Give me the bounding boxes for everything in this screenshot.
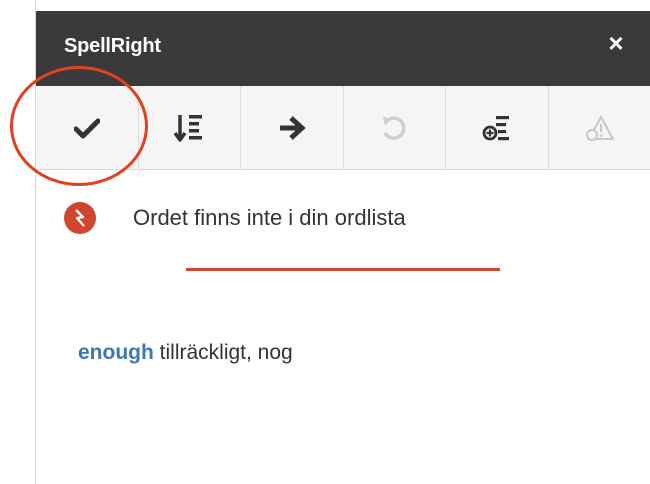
suggestion-item[interactable]: enough tillräckligt, nog xyxy=(78,341,293,365)
accept-button[interactable] xyxy=(36,86,139,169)
warning-icon xyxy=(585,114,615,141)
sidebar-title: SpellRight xyxy=(64,35,161,57)
arrow-right-icon xyxy=(279,115,306,140)
undo-icon xyxy=(383,115,406,140)
spellright-sidebar: SpellRight × Ordet finns inte i din ordl… xyxy=(35,0,650,484)
suggestion-word[interactable]: enough xyxy=(78,341,154,364)
add-to-dictionary-icon xyxy=(482,115,509,140)
add-to-dictionary-button[interactable] xyxy=(446,86,549,169)
sort-list-icon xyxy=(174,114,203,142)
suggestion-translation: tillräckligt, nog xyxy=(153,341,293,364)
status-line: Ordet finns inte i din ordlista xyxy=(64,202,406,234)
report-button[interactable] xyxy=(549,86,650,169)
checkmark-icon xyxy=(73,118,100,138)
screenshot-stage: SpellRight × Ordet finns inte i din ordl… xyxy=(0,0,650,484)
next-button[interactable] xyxy=(241,86,344,169)
status-message: Ordet finns inte i din ordlista xyxy=(133,205,406,230)
sort-button[interactable] xyxy=(139,86,241,169)
toolbar xyxy=(36,86,650,170)
title-bar: SpellRight × xyxy=(36,11,650,86)
error-underline xyxy=(186,268,500,271)
undo-button[interactable] xyxy=(344,86,446,169)
error-icon xyxy=(64,202,96,234)
close-button[interactable]: × xyxy=(603,30,629,56)
